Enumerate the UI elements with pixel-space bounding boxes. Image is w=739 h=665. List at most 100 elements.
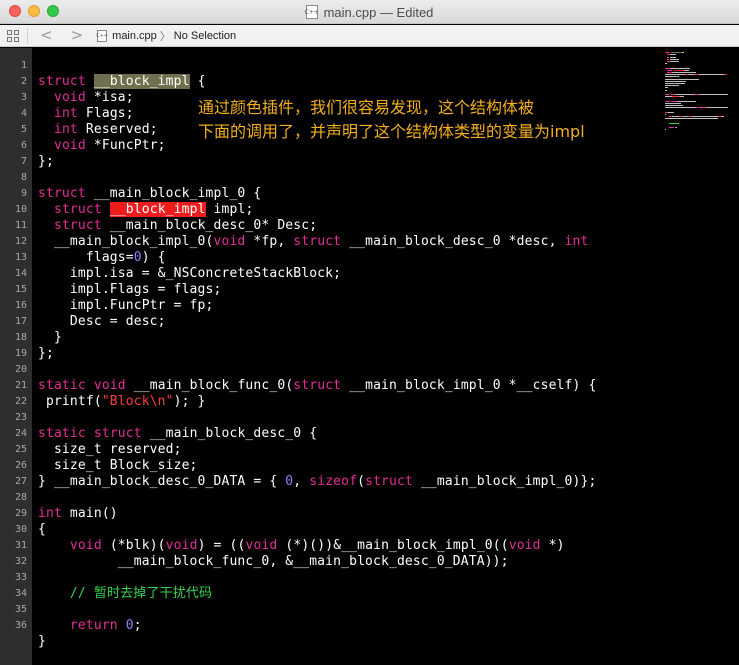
code-line[interactable]: }	[38, 330, 62, 346]
zoom-window-button[interactable]	[47, 5, 59, 17]
code-token: __main_block_impl_0(	[38, 234, 214, 249]
code-line[interactable]: return 0;	[38, 618, 142, 634]
code-line[interactable]: };	[38, 154, 54, 170]
code-line[interactable]: static void __main_block_func_0(struct _…	[38, 378, 596, 394]
code-token: __block_impl	[93, 74, 190, 89]
code-line[interactable]: impl.Flags = flags;	[38, 282, 221, 298]
code-token: printf(	[38, 394, 102, 409]
minimap-stroke	[665, 87, 668, 89]
related-items-grid-icon[interactable]	[7, 29, 19, 42]
code-token: *isa;	[85, 90, 134, 105]
code-line[interactable]: impl.isa = &_NSConcreteStackBlock;	[38, 266, 341, 282]
code-line[interactable]: struct __main_block_desc_0* Desc;	[38, 218, 317, 234]
minimap-stroke	[675, 127, 677, 128]
minimap-stroke	[672, 116, 680, 117]
code-token: };	[38, 154, 54, 169]
minimap-stroke	[665, 76, 676, 78]
minimap-stroke	[680, 96, 684, 98]
code-line[interactable]: int main()	[38, 506, 118, 522]
code-line[interactable]: // 暂时去掉了干扰代码	[38, 586, 212, 602]
code-token: __main_block_desc_0* Desc;	[101, 218, 318, 233]
minimap-stroke	[665, 85, 680, 87]
minimap-stroke	[699, 94, 728, 95]
line-number: 15	[14, 284, 27, 295]
code-token: Desc = desc;	[38, 314, 166, 329]
code-token: impl.Flags = flags;	[38, 282, 222, 297]
code-token: void	[165, 538, 198, 553]
forward-chevron-icon[interactable]: >	[71, 28, 84, 43]
minimap-stroke	[665, 89, 667, 91]
code-line[interactable]: flags=0) {	[38, 250, 166, 266]
minimize-window-button[interactable]	[28, 5, 40, 17]
minimap-stroke	[665, 63, 667, 65]
code-line[interactable]: __main_block_func_0, &__main_block_desc_…	[38, 554, 509, 570]
back-chevron-icon[interactable]: <	[40, 28, 53, 43]
code-line[interactable]: struct __main_block_impl_0 {	[38, 186, 261, 202]
code-line[interactable]: static struct __main_block_desc_0 {	[38, 426, 317, 442]
code-token: sizeof	[309, 474, 358, 489]
jump-bar: < > C++ main.cpp 〉 No Selection	[0, 25, 739, 47]
minimap-stroke	[665, 102, 682, 104]
code-line[interactable]: {	[38, 522, 46, 538]
line-number: 18	[14, 332, 27, 343]
line-number: 19	[14, 348, 27, 359]
code-token: __main_block_desc_0 {	[141, 426, 318, 441]
code-line[interactable]: printf("Block\n"); }	[38, 394, 206, 410]
minimap-stroke	[668, 127, 674, 128]
code-line[interactable]: }	[38, 634, 46, 650]
code-line[interactable]: };	[38, 346, 54, 362]
line-number: 33	[14, 572, 27, 583]
line-number: 3	[20, 92, 27, 103]
code-line[interactable]: size_t reserved;	[38, 442, 182, 458]
code-line[interactable]: struct __block_impl impl;	[38, 202, 253, 218]
code-token: }	[38, 634, 46, 649]
line-number: 29	[14, 508, 27, 519]
annotation-line-2: 下面的调用了，并声明了这个结构体类型的变量为impl	[198, 122, 585, 141]
code-line[interactable]: size_t Block_size;	[38, 458, 198, 474]
line-number: 24	[14, 428, 27, 439]
close-window-button[interactable]	[9, 5, 21, 17]
minimap-stroke	[673, 69, 684, 71]
line-number: 35	[14, 604, 27, 615]
code-line[interactable]: struct __block_impl {	[38, 74, 206, 90]
minimap-stroke	[665, 105, 683, 106]
breadcrumb-file[interactable]: main.cpp	[112, 30, 157, 42]
line-number: 13	[14, 252, 27, 263]
breadcrumb-selection[interactable]: No Selection	[174, 30, 236, 42]
code-line[interactable]: void *isa;	[38, 90, 134, 106]
code-token: size_t Block_size;	[38, 458, 198, 473]
line-number: 23	[14, 412, 27, 423]
minimap-stroke	[699, 74, 725, 76]
code-token: struct	[38, 186, 86, 201]
line-number: 28	[14, 492, 27, 503]
code-editor[interactable]: 1 2 3 4 5 6 7 8 9 10 11 12 13 14 15 16 17 18 19 20 21 22 23 24 2…	[0, 48, 739, 665]
code-line[interactable]: void *FuncPtr;	[38, 138, 166, 154]
code-line[interactable]: int Reserved;	[38, 122, 158, 138]
line-number-gutter: 1 2 3 4 5 6 7 8 9 10 11 12 13 14 15 16 17 18 19 20 21 22 23 24 2…	[0, 48, 32, 665]
code-line[interactable]: impl.FuncPtr = fp;	[38, 298, 214, 314]
minimap-stroke	[668, 122, 680, 124]
code-token: (*blk)(	[101, 538, 166, 553]
code-token: void	[508, 538, 541, 553]
code-line[interactable]: Desc = desc;	[38, 314, 166, 330]
minimap-stroke	[676, 76, 680, 78]
code-token: int	[53, 106, 78, 121]
line-number: 12	[14, 236, 27, 247]
minimap-stroke	[724, 74, 728, 76]
code-token: void	[69, 538, 102, 553]
code-token: (	[357, 474, 366, 489]
code-line[interactable]: void (*blk)(void) = ((void (*)())&__main…	[38, 538, 565, 554]
code-line[interactable]: } __main_block_desc_0_DATA = { 0, sizeof…	[38, 474, 596, 490]
code-minimap[interactable]	[665, 50, 728, 131]
code-line[interactable]: __main_block_impl_0(void *fp, struct __m…	[38, 234, 588, 250]
code-line[interactable]: int Flags;	[38, 106, 134, 122]
code-token: main()	[61, 506, 118, 521]
code-token: struct	[93, 426, 142, 441]
code-token: (*)())&__main_block_impl_0((	[277, 538, 509, 553]
